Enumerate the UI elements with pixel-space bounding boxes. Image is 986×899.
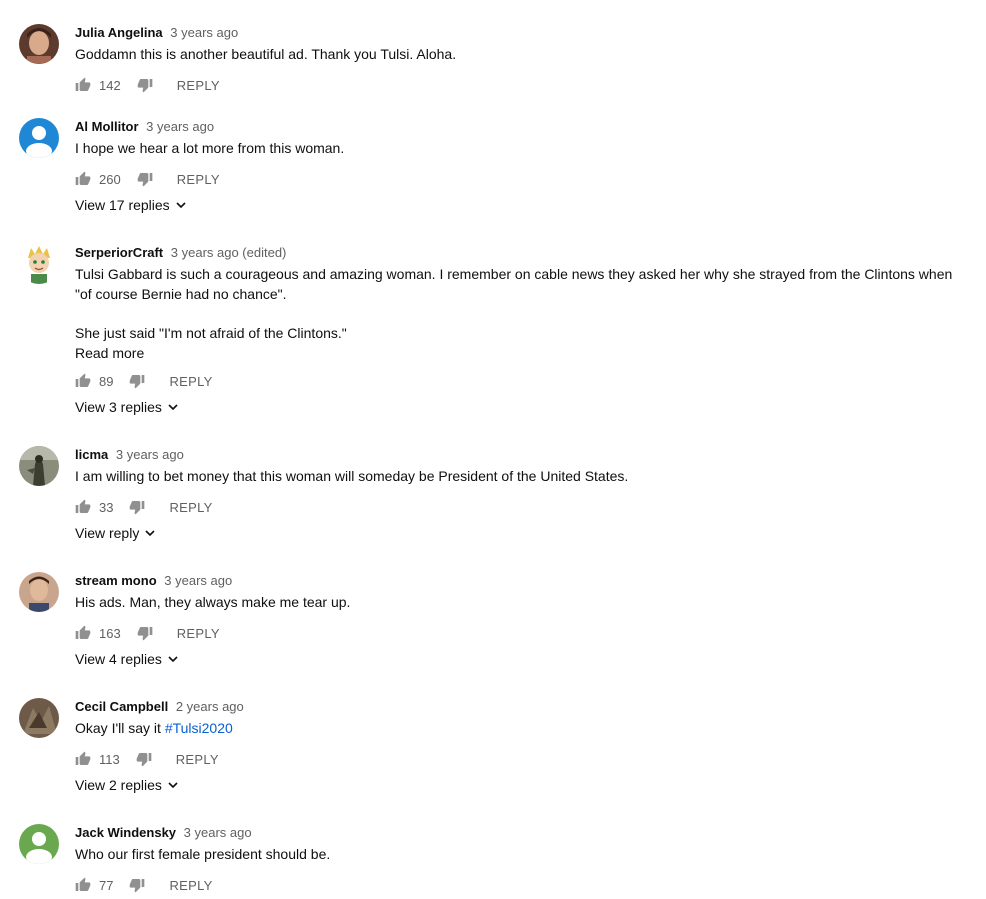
hashtag-link[interactable]: #Tulsi2020 bbox=[165, 720, 233, 736]
thumbs-up-icon[interactable] bbox=[75, 877, 91, 893]
comment-text: Who our first female president should be… bbox=[75, 846, 331, 862]
thumbs-up-icon[interactable] bbox=[75, 499, 91, 515]
thumbs-up-icon[interactable] bbox=[75, 373, 91, 389]
author-name[interactable]: licma bbox=[75, 447, 108, 462]
comment-text: Goddamn this is another beautiful ad. Th… bbox=[75, 46, 457, 62]
author-name[interactable]: stream mono bbox=[75, 573, 157, 588]
thumbs-down-icon[interactable] bbox=[137, 77, 153, 93]
reply-button[interactable]: REPLY bbox=[169, 374, 212, 389]
comment-text: Tulsi Gabbard is such a courageous and a… bbox=[75, 266, 953, 341]
thumbs-up-icon[interactable] bbox=[75, 625, 91, 641]
thumbs-up-icon[interactable] bbox=[75, 77, 91, 93]
view-replies-button[interactable]: View 2 replies bbox=[75, 777, 178, 793]
view-replies-button[interactable]: View reply bbox=[75, 525, 155, 541]
timestamp[interactable]: 3 years ago bbox=[116, 447, 184, 462]
like-count: 113 bbox=[99, 751, 120, 767]
comment-text: His ads. Man, they always make me tear u… bbox=[75, 594, 351, 610]
avatar[interactable] bbox=[19, 244, 59, 284]
comment-text: I am willing to bet money that this woma… bbox=[75, 468, 629, 484]
timestamp[interactable]: 3 years ago bbox=[184, 825, 252, 840]
timestamp[interactable]: 3 years ago bbox=[170, 25, 238, 40]
comment-actions: 113 REPLY bbox=[75, 749, 970, 769]
chevron-down-icon bbox=[145, 528, 155, 538]
comment-text: Okay I'll say it #Tulsi2020 bbox=[75, 720, 233, 736]
view-replies-button[interactable]: View 3 replies bbox=[75, 399, 178, 415]
thumbs-down-icon[interactable] bbox=[129, 373, 145, 389]
reply-button[interactable]: REPLY bbox=[177, 626, 220, 641]
avatar[interactable] bbox=[19, 118, 59, 158]
comment-text: I hope we hear a lot more from this woma… bbox=[75, 140, 345, 156]
comment-actions: 77 REPLY bbox=[75, 875, 970, 895]
like-count: 163 bbox=[99, 625, 121, 641]
chevron-down-icon bbox=[176, 200, 186, 210]
chevron-down-icon bbox=[168, 654, 178, 664]
comment-actions: 33 REPLY bbox=[75, 497, 970, 517]
like-count: 33 bbox=[99, 499, 114, 515]
reply-button[interactable]: REPLY bbox=[177, 172, 220, 187]
timestamp[interactable]: 2 years ago bbox=[176, 699, 244, 714]
thumbs-down-icon[interactable] bbox=[129, 499, 145, 515]
reply-button[interactable]: REPLY bbox=[169, 878, 212, 893]
like-count: 89 bbox=[99, 373, 114, 389]
comment-actions: 260 REPLY bbox=[75, 169, 970, 189]
reply-button[interactable]: REPLY bbox=[177, 78, 220, 93]
like-count: 77 bbox=[99, 877, 114, 893]
author-name[interactable]: Al Mollitor bbox=[75, 119, 139, 134]
thumbs-up-icon[interactable] bbox=[75, 751, 91, 767]
reply-button[interactable]: REPLY bbox=[176, 752, 219, 767]
thumbs-down-icon[interactable] bbox=[137, 171, 153, 187]
like-count: 142 bbox=[99, 77, 121, 93]
avatar[interactable] bbox=[19, 572, 59, 612]
chevron-down-icon bbox=[168, 780, 178, 790]
avatar[interactable] bbox=[19, 698, 59, 738]
comment-actions: 89 REPLY bbox=[75, 371, 970, 391]
author-name[interactable]: SerperiorCraft bbox=[75, 245, 163, 260]
read-more-link[interactable]: Read more bbox=[75, 343, 144, 363]
author-name[interactable]: Cecil Campbell bbox=[75, 699, 168, 714]
author-name[interactable]: Jack Windensky bbox=[75, 825, 176, 840]
view-replies-button[interactable]: View 17 replies bbox=[75, 197, 186, 213]
comment-actions: 142 REPLY bbox=[75, 75, 970, 95]
like-count: 260 bbox=[99, 171, 121, 187]
thumbs-down-icon[interactable] bbox=[129, 877, 145, 893]
thumbs-up-icon[interactable] bbox=[75, 171, 91, 187]
thumbs-down-icon[interactable] bbox=[137, 625, 153, 641]
avatar[interactable] bbox=[19, 446, 59, 486]
view-replies-button[interactable]: View 4 replies bbox=[75, 651, 178, 667]
timestamp[interactable]: 3 years ago bbox=[146, 119, 214, 134]
avatar[interactable] bbox=[19, 24, 59, 64]
timestamp[interactable]: 3 years ago (edited) bbox=[171, 245, 287, 260]
avatar[interactable] bbox=[19, 824, 59, 864]
comment-actions: 163 REPLY bbox=[75, 623, 970, 643]
thumbs-down-icon[interactable] bbox=[136, 751, 152, 767]
reply-button[interactable]: REPLY bbox=[169, 500, 212, 515]
chevron-down-icon bbox=[168, 402, 178, 412]
timestamp[interactable]: 3 years ago bbox=[164, 573, 232, 588]
author-name[interactable]: Julia Angelina bbox=[75, 25, 163, 40]
